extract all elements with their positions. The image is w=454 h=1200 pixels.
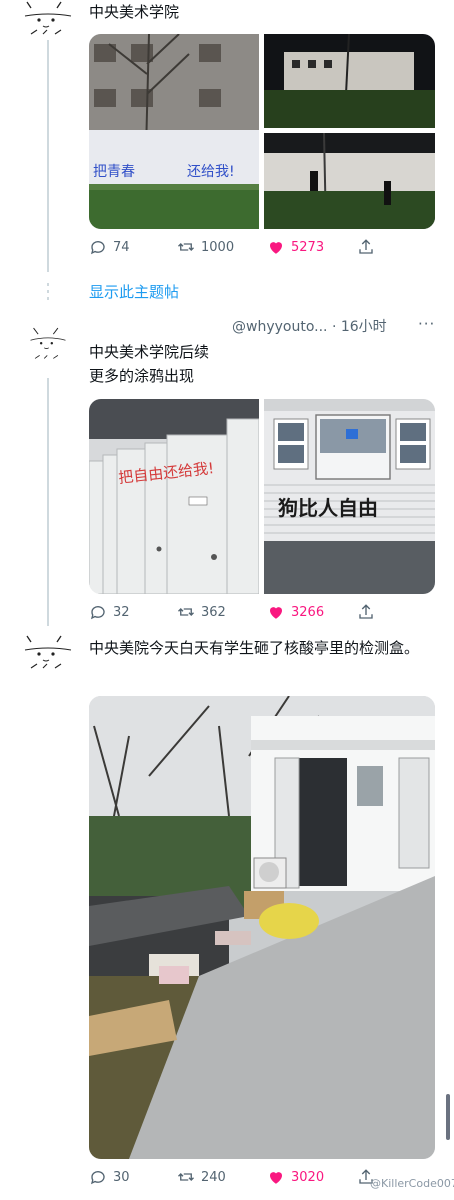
retweet-icon	[178, 243, 194, 251]
tweet-text: 中央美院今天白天有学生砸了核酸亭里的检测盒。	[89, 639, 420, 657]
avatar[interactable]	[21, 325, 75, 363]
reply-icon	[90, 606, 105, 620]
graffiti-text: 还给我!	[187, 164, 235, 180]
graffiti-text: 把青春	[93, 164, 135, 180]
reply-count: 32	[113, 604, 130, 620]
like-count: 3266	[291, 604, 325, 620]
thread-line	[47, 290, 49, 293]
watermark: @KillerCode007	[370, 1177, 454, 1190]
heart-icon	[270, 1172, 282, 1184]
tweet-photo[interactable]: 狗比人自由	[264, 399, 435, 594]
tweet-photo[interactable]	[264, 34, 435, 128]
reply-count: 74	[113, 239, 130, 255]
tweet-photo[interactable]: 把青春 还给我!	[89, 34, 259, 229]
retweet-icon	[178, 608, 194, 616]
tweet-actions: 74 1000 5273	[89, 238, 389, 260]
retweet-button[interactable]: 240	[177, 1168, 226, 1186]
heart-icon	[270, 607, 282, 619]
tweet-text: 中央美术学院	[89, 3, 180, 21]
thread-line	[47, 297, 49, 300]
tweet-photo[interactable]	[89, 696, 435, 1159]
reply-button[interactable]: 74	[89, 238, 130, 256]
tweet-text: 更多的涂鸦出现	[89, 367, 195, 385]
retweet-count: 240	[201, 1169, 226, 1185]
retweet-button[interactable]: 1000	[177, 238, 234, 256]
tweet-photo[interactable]	[264, 133, 435, 229]
reply-icon	[90, 241, 105, 255]
like-count: 3020	[291, 1169, 325, 1185]
thread-line	[47, 40, 49, 272]
like-button[interactable]: 5273	[267, 238, 324, 256]
share-icon	[359, 239, 373, 254]
share-button[interactable]	[357, 238, 381, 256]
share-button[interactable]	[357, 603, 381, 621]
retweet-icon	[178, 1173, 194, 1181]
reply-button[interactable]: 30	[89, 1168, 130, 1186]
show-thread-link[interactable]: 显示此主题帖	[89, 281, 179, 302]
share-icon	[359, 604, 373, 619]
thread-line	[47, 283, 49, 286]
tweet-handle-time[interactable]: @whyyouto... · 16小时	[232, 316, 387, 336]
avatar[interactable]	[21, 0, 75, 38]
like-button[interactable]: 3266	[267, 603, 324, 621]
retweet-count: 1000	[201, 239, 235, 255]
tweet-actions: 30 240 3020	[89, 1168, 389, 1190]
avatar[interactable]	[21, 634, 75, 672]
like-count: 5273	[291, 239, 325, 255]
retweet-count: 362	[201, 604, 226, 620]
retweet-button[interactable]: 362	[177, 603, 226, 621]
tweet-photo[interactable]: 把自由还给我!	[89, 399, 259, 594]
reply-icon	[90, 1171, 105, 1185]
more-options-button[interactable]: ···	[418, 315, 435, 333]
reply-count: 30	[113, 1169, 130, 1185]
thread-line	[47, 378, 49, 626]
graffiti-text: 狗比人自由	[278, 496, 378, 520]
tweet-actions: 32 362 3266	[89, 603, 389, 625]
heart-icon	[270, 242, 282, 254]
reply-button[interactable]: 32	[89, 603, 130, 621]
scrollbar[interactable]	[446, 1094, 450, 1140]
like-button[interactable]: 3020	[267, 1168, 324, 1186]
tweet-text: 中央美术学院后续	[89, 343, 210, 361]
